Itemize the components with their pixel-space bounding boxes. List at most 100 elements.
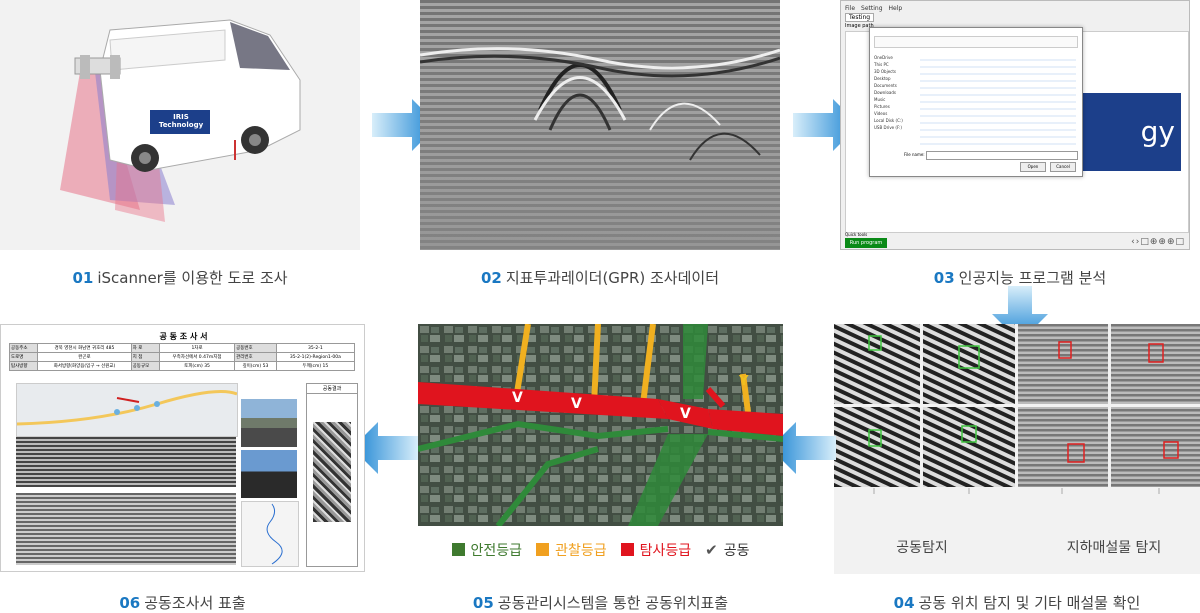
cavity-marker-icon: V: [680, 406, 691, 422]
legend-label: 안전등급: [470, 542, 523, 559]
report-title: 공 동 조 사 서: [159, 332, 208, 341]
dialog-sidebar: OneDrive This PC 3D Objects Desktop Docu…: [874, 54, 918, 131]
open-button[interactable]: Open: [1020, 162, 1046, 172]
table-cell: 도로명: [8, 352, 39, 362]
table-cell: 공동번호: [234, 343, 277, 353]
table-cell: 공동규모: [130, 361, 160, 371]
step-caption-02: 02 지표투과레이더(GPR) 조사데이터: [420, 267, 780, 288]
sidebar-item[interactable]: Music: [874, 96, 918, 103]
table-cell: 1차로: [158, 343, 236, 353]
table-cell: 깊이(cm) 53: [234, 361, 277, 371]
sidebar-item[interactable]: Desktop: [874, 75, 918, 82]
utility-detection-label: 지하매설물 탐지: [1066, 540, 1162, 556]
menu-help[interactable]: Help: [889, 5, 903, 12]
legend-swatch: [451, 543, 465, 556]
route-map: [16, 390, 238, 426]
sidebar-item[interactable]: Local Disk (C:): [874, 117, 918, 124]
ai-program-window: File Setting Help Testing Image path gy …: [840, 0, 1190, 250]
van-panel: IRIS Technology: [0, 0, 360, 250]
legend-label: 공동: [723, 542, 750, 559]
step-label: 공동조사서 표출: [144, 594, 246, 612]
menu-bar: File Setting Help: [845, 5, 902, 12]
map-legend: 안전등급 관찰등급 탐사등급 ✔ 공동: [418, 526, 783, 573]
cavity-marker-icon: V: [512, 390, 523, 406]
table-cell: 지 점: [130, 352, 160, 362]
legend-item-explore: 탐사등급: [620, 540, 692, 560]
cancel-button[interactable]: Cancel: [1050, 162, 1076, 172]
table-cell: 35-2-1(2)-Region1-00a: [275, 352, 356, 362]
menu-setting[interactable]: Setting: [861, 5, 882, 12]
table-cell: 35-2-1: [275, 343, 356, 353]
table-row: 탐사방향 화서방향(화양읍(입구 → 선원교) 공동규모 토피(cm) 35 깊…: [8, 361, 356, 371]
step-label: 공동관리시스템을 통한 공동위치표출: [497, 594, 729, 612]
table-cell: 우측자선에서 0.47m지점: [158, 352, 236, 362]
report-road-photo-2: [241, 450, 297, 498]
legend-swatch: [620, 543, 634, 556]
report-gpr-strip: [16, 437, 236, 487]
brand-banner: gy: [1076, 93, 1181, 171]
core-sample-image: [313, 422, 351, 522]
result-label: 공동결과: [307, 384, 357, 394]
dialog-file-list[interactable]: [920, 54, 1076, 148]
cavity-map-panel: V V V Y: [418, 324, 783, 526]
report-info-table: 공동주소 경북 영천시 화남면 귀호리 485 차 로 1차로 공동번호 35-…: [8, 343, 356, 371]
legend-label: 관찰등급: [555, 542, 607, 559]
van-brand-label: IRIS Technology: [158, 113, 204, 129]
table-cell: 화서방향(화양읍(입구 → 선원교): [37, 361, 132, 371]
detection-radargram-grid: [834, 324, 1200, 508]
check-icon: ✔: [705, 540, 718, 559]
cavity-marker-icon: Y: [739, 374, 749, 389]
quick-tools-label: Quick tools: [845, 232, 868, 237]
legend-label: 탐사등급: [639, 542, 692, 559]
sidebar-item[interactable]: OneDrive: [874, 54, 918, 61]
cavity-detection-label: 공동탐지: [896, 540, 948, 556]
step-number: 04: [893, 594, 915, 612]
detection-panel: 공동탐지 지하매설물 탐지: [834, 324, 1200, 574]
table-cell: 관리번호: [234, 352, 277, 362]
file-open-dialog: OneDrive This PC 3D Objects Desktop Docu…: [869, 27, 1083, 177]
table-row: 공동주소 경북 영천시 화남면 귀호리 485 차 로 1차로 공동번호 35-…: [8, 343, 356, 353]
file-name-input[interactable]: [926, 151, 1078, 160]
legend-swatch: [536, 543, 550, 556]
legend-item-safe: 안전등급: [451, 540, 523, 560]
table-cell: 공동주소: [8, 343, 39, 353]
sidebar-item[interactable]: 3D Objects: [874, 68, 918, 75]
step-caption-03: 03 인공지능 프로그램 분석: [840, 267, 1200, 288]
table-row: 도로명 완곤로 지 점 우측자선에서 0.47m지점 관리번호 35-2-1(2…: [8, 352, 356, 362]
report-gpr-strip-2: [16, 493, 236, 565]
sidebar-item[interactable]: Documents: [874, 82, 918, 89]
table-cell: 두께(cm) 15: [275, 361, 356, 371]
menu-file[interactable]: File: [845, 5, 855, 12]
legend-item-observe: 관찰등급: [536, 540, 607, 560]
step-number: 06: [119, 594, 141, 612]
gpr-radargram-panel: [420, 0, 780, 250]
file-name-label: File name:: [904, 152, 925, 157]
report-result-box: 공동결과: [306, 383, 358, 567]
sidebar-item[interactable]: Videos: [874, 110, 918, 117]
step-number: 02: [480, 269, 502, 287]
sidebar-item[interactable]: Downloads: [874, 89, 918, 96]
table-cell: 토피(cm) 35: [158, 361, 236, 371]
gpr-radargram-image: [420, 0, 780, 250]
sidebar-item[interactable]: USB Drive (F:): [874, 124, 918, 131]
toolbar-icons: ‹›□⊕⊕⊕□: [1131, 237, 1185, 247]
sidebar-item[interactable]: Pictures: [874, 103, 918, 110]
cavity-report-document: 공 동 조 사 서 공동주소 경북 영천시 화남면 귀호리 485 차 로 1차…: [0, 324, 365, 572]
sidebar-item[interactable]: This PC: [874, 61, 918, 68]
tab-testing[interactable]: Testing: [845, 13, 875, 22]
dialog-address-bar: [874, 36, 1078, 48]
depth-profile: [266, 503, 283, 565]
step-label: 인공지능 프로그램 분석: [958, 269, 1107, 287]
cavity-marker-icon: V: [571, 396, 582, 412]
step-caption-01: 01 iScanner를 이용한 도로 조사: [0, 267, 360, 288]
step-number: 05: [472, 594, 494, 612]
run-program-button[interactable]: Run program: [845, 238, 887, 248]
table-cell: 완곤로: [37, 352, 132, 362]
report-depth-chart: [241, 501, 299, 567]
table-cell: 차 로: [130, 343, 160, 353]
step-label: iScanner를 이용한 도로 조사: [97, 269, 288, 287]
table-cell: 탐사방향: [8, 361, 39, 371]
step-number: 03: [933, 269, 955, 287]
step-label: 지표투과레이더(GPR) 조사데이터: [505, 269, 720, 287]
satellite-map: [418, 324, 783, 526]
